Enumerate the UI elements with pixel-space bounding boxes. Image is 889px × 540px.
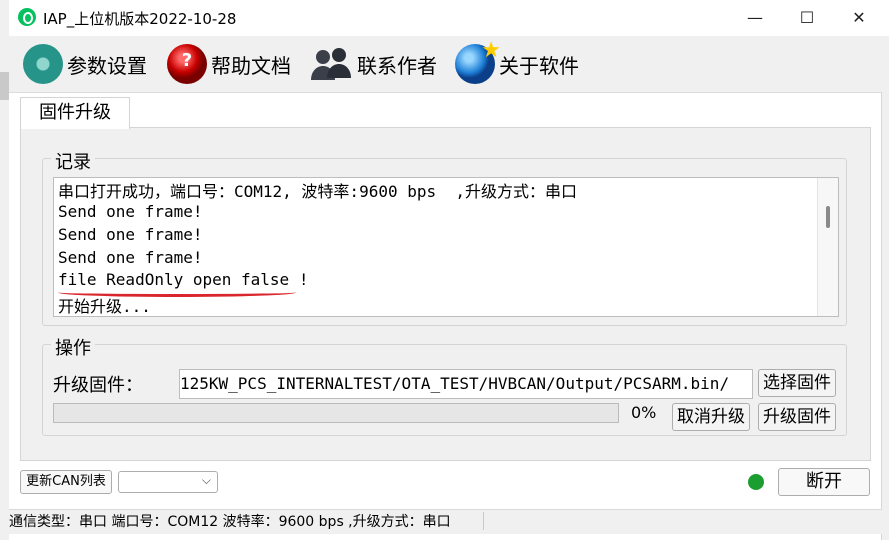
toolbar: 参数设置 ? 帮助文档 联系作者 ★ 关于软件 xyxy=(9,36,882,93)
background-window xyxy=(0,0,9,540)
refresh-can-list-button[interactable]: 更新CAN列表 xyxy=(20,470,112,494)
gear-icon xyxy=(23,44,63,84)
maximize-button[interactable]: ☐ xyxy=(781,0,833,36)
minimize-button[interactable]: — xyxy=(729,0,781,36)
can-device-combobox[interactable]: ⌵ xyxy=(118,471,218,493)
status-bar: 通信类型：串口 端口号：COM12 波特率：9600 bps ,升级方式：串口 xyxy=(9,509,882,534)
menu-item-label: 联系作者 xyxy=(357,53,437,78)
upgrade-firmware-button[interactable]: 升级固件 xyxy=(758,403,836,431)
menu-item-label: 参数设置 xyxy=(67,53,147,78)
menu-item-label: 关于软件 xyxy=(499,53,579,78)
log-line: Send one frame! xyxy=(58,225,203,244)
upgrade-progress-bar xyxy=(53,403,619,423)
background-window-strip xyxy=(0,72,9,100)
scrollbar-thumb[interactable] xyxy=(826,206,830,228)
tab-firmware-upgrade[interactable]: 固件升级 xyxy=(20,97,130,129)
log-line: Send one frame! xyxy=(58,248,203,267)
firmware-path-field[interactable]: /125KW_PCS_INTERNALTEST/OTA_TEST/HVBCAN/… xyxy=(179,369,753,399)
log-group-title: 记录 xyxy=(51,148,95,174)
close-button[interactable]: ✕ xyxy=(833,0,885,36)
disconnect-button[interactable]: 断开 xyxy=(778,468,870,496)
star-icon: ★ xyxy=(481,38,501,63)
status-text: 通信类型：串口 端口号：COM12 波特率：9600 bps ,升级方式：串口 xyxy=(9,514,451,530)
select-firmware-button[interactable]: 选择固件 xyxy=(758,369,836,397)
log-scrollbar[interactable] xyxy=(817,178,838,316)
progress-percent: 0% xyxy=(631,403,657,422)
menu-item-contact[interactable]: 联系作者 xyxy=(309,42,437,86)
chevron-down-icon[interactable]: ⌵ xyxy=(202,473,211,488)
status-separator xyxy=(483,512,484,530)
log-line: file ReadOnly open false ! xyxy=(58,270,309,289)
menu-item-settings[interactable]: 参数设置 xyxy=(23,42,147,86)
firmware-label: 升级固件： xyxy=(53,375,143,396)
menu-item-about[interactable]: ★ 关于软件 xyxy=(455,38,579,86)
log-line: Send one frame! xyxy=(58,202,203,221)
log-line: 串口打开成功，端口号：COM12, 波特率:9600 bps ,升级方式：串口 xyxy=(58,182,578,201)
connection-status-led xyxy=(748,474,764,490)
window-title: IAP_上位机版本2022-10-28 xyxy=(43,10,237,28)
title-bar[interactable]: IAP_上位机版本2022-10-28 — ☐ ✕ xyxy=(9,0,889,36)
menu-item-label: 帮助文档 xyxy=(211,53,291,78)
contacts-icon xyxy=(311,48,351,80)
tab-content: 记录 串口打开成功，端口号：COM12, 波特率:9600 bps ,升级方式：… xyxy=(20,127,871,461)
log-textbox[interactable]: 串口打开成功，端口号：COM12, 波特率:9600 bps ,升级方式：串口 … xyxy=(53,177,839,317)
log-group: 记录 串口打开成功，端口号：COM12, 波特率:9600 bps ,升级方式：… xyxy=(42,148,847,326)
cancel-upgrade-button[interactable]: 取消升级 xyxy=(672,403,750,431)
app-icon xyxy=(18,8,36,26)
window-right-edge xyxy=(881,34,889,540)
operation-group-title: 操作 xyxy=(51,334,95,360)
globe-star-icon: ★ xyxy=(455,38,501,84)
help-icon: ? xyxy=(167,44,207,84)
red-underline-annotation xyxy=(58,288,296,297)
menu-item-help[interactable]: ? 帮助文档 xyxy=(167,42,291,86)
operation-group: 操作 升级固件： /125KW_PCS_INTERNALTEST/OTA_TES… xyxy=(42,334,847,436)
